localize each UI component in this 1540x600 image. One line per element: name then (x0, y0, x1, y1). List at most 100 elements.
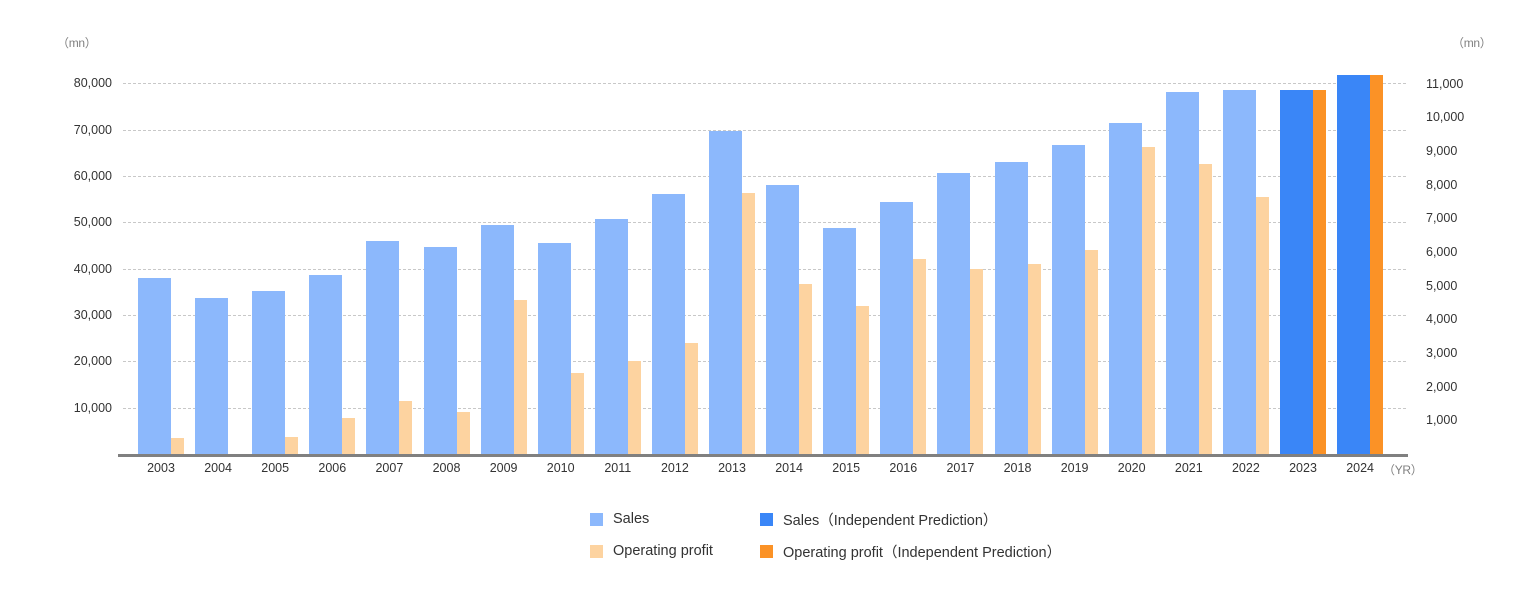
bar-group (1108, 60, 1155, 454)
x-axis-tick-label: 2005 (261, 461, 290, 475)
right-axis-tick-label: 7,000 (1426, 211, 1458, 226)
bar-group (594, 60, 641, 454)
x-axis-line (118, 454, 1408, 457)
bar-sales (195, 298, 229, 454)
bar-sales (937, 173, 971, 454)
left-axis-tick-label: 80,000 (73, 75, 112, 90)
x-axis-tick-label: 2022 (1231, 461, 1260, 475)
bar-sales (480, 224, 514, 454)
legend-swatch-sales-prediction (760, 512, 773, 526)
legend-label-operating-profit-prediction: Operating profit（Independent Prediction） (783, 544, 1062, 561)
bar-group (766, 60, 813, 454)
x-axis-tick-label: 2023 (1289, 461, 1317, 475)
bar-sales (823, 228, 857, 454)
bar-sales (709, 130, 742, 454)
legend-label-sales: Sales (613, 511, 650, 527)
bar-sales-prediction (1337, 75, 1371, 454)
x-axis-tick-label: 2024 (1346, 461, 1374, 475)
legend-item-sales-prediction[interactable]: Sales（Independent Prediction） (760, 509, 1110, 530)
chart-legend: Sales Sales（Independent Prediction） Oper… (590, 503, 1110, 567)
right-axis-unit-label: （mn） (1452, 36, 1492, 50)
left-axis-tick-label: 10,000 (73, 400, 112, 415)
right-axis-tick-label: 10,000 (1426, 109, 1465, 124)
x-axis-tick-label: 2009 (489, 461, 518, 475)
bar-group (537, 60, 584, 454)
x-axis-tick-label: 2015 (832, 461, 861, 475)
bar-sales-prediction (1280, 90, 1313, 454)
legend-label-operating-profit: Operating profit (613, 543, 713, 559)
x-axis-tick-label: 2011 (604, 461, 632, 475)
right-axis-tick-label: 8,000 (1426, 177, 1458, 192)
bar-group (480, 60, 527, 454)
bar-sales (252, 291, 286, 454)
bar-group (1165, 60, 1212, 454)
x-axis-tick-label: 2021 (1174, 461, 1203, 475)
bar-sales (366, 241, 400, 454)
bar-sales (423, 246, 457, 454)
x-axis-tick-label: 2018 (1003, 461, 1032, 475)
bar-group (994, 60, 1041, 454)
bar-group (366, 60, 413, 454)
legend-item-sales[interactable]: Sales (590, 511, 760, 527)
bar-sales (1165, 91, 1199, 454)
right-axis-tick-label: 4,000 (1426, 312, 1458, 327)
bar-group (1051, 60, 1098, 454)
legend-item-operating-profit[interactable]: Operating profit (590, 543, 760, 559)
right-axis-tick-label: 5,000 (1426, 278, 1458, 293)
legend-item-operating-profit-prediction[interactable]: Operating profit（Independent Prediction） (760, 541, 1110, 562)
bar-group (1280, 60, 1326, 454)
bar-group (1337, 60, 1384, 454)
legend-row-operating-profit: Operating profit Operating profit（Indepe… (590, 535, 1110, 567)
left-axis-unit-label: （mn） (57, 36, 97, 50)
bar-group (651, 60, 698, 454)
left-axis-tick-label: 40,000 (73, 261, 112, 276)
right-axis-tick-label: 1,000 (1426, 413, 1458, 428)
x-axis-tick-label: 2019 (1060, 461, 1089, 475)
x-axis-tick-label: 2008 (432, 461, 461, 475)
bar-group (1222, 60, 1269, 454)
legend-row-sales: Sales Sales（Independent Prediction） (590, 503, 1110, 535)
bar-group (937, 60, 984, 454)
bar-sales (537, 242, 571, 454)
bar-sales (1222, 90, 1256, 454)
bar-sales (766, 185, 800, 454)
x-axis-tick-label: 2010 (546, 461, 575, 475)
x-axis-tick-label: 2013 (718, 461, 746, 475)
bar-group (309, 60, 356, 454)
bar-group (252, 60, 299, 454)
right-axis-tick-label: 9,000 (1426, 143, 1458, 158)
legend-swatch-operating-profit-prediction (760, 544, 773, 558)
x-axis-unit-label: （YR） (1383, 463, 1423, 477)
bar-group (709, 60, 755, 454)
bar-sales (138, 277, 171, 454)
bar-group (823, 60, 870, 454)
legend-label-sales-prediction: Sales（Independent Prediction） (783, 512, 998, 529)
bar-sales (651, 193, 685, 454)
left-axis-tick-label: 60,000 (73, 168, 112, 183)
right-axis-tick-label: 11,000 (1426, 76, 1464, 91)
bar-sales (309, 274, 343, 454)
bar-sales (1108, 123, 1142, 454)
x-axis-tick-label: 2016 (889, 461, 918, 475)
right-axis-tick-label: 3,000 (1426, 345, 1458, 360)
bar-group (195, 60, 241, 454)
bar-group (880, 60, 927, 454)
x-axis-tick-label: 2017 (946, 461, 975, 475)
bar-sales (880, 201, 914, 454)
left-axis-tick-label: 70,000 (73, 122, 112, 137)
x-axis-tick-label: 2006 (318, 461, 347, 475)
legend-swatch-operating-profit (590, 544, 603, 558)
x-axis-tick-label: 2012 (660, 461, 689, 475)
left-axis-tick-label: 20,000 (73, 354, 112, 369)
right-axis-tick-label: 6,000 (1426, 244, 1458, 259)
bar-sales (1051, 144, 1085, 454)
bar-sales (594, 219, 628, 454)
x-axis-tick-label: 2004 (204, 461, 232, 475)
x-axis-tick-label: 2007 (375, 461, 404, 475)
chart-root: （mn） （mn） 80,000 70,000 60,000 50,000 40,000… (0, 0, 1540, 600)
x-axis-tick-label: 2020 (1117, 461, 1146, 475)
legend-swatch-sales (590, 512, 603, 526)
bar-sales (994, 162, 1028, 454)
x-axis-tick-label: 2003 (147, 461, 175, 475)
x-axis-tick-label: 2014 (775, 461, 803, 475)
